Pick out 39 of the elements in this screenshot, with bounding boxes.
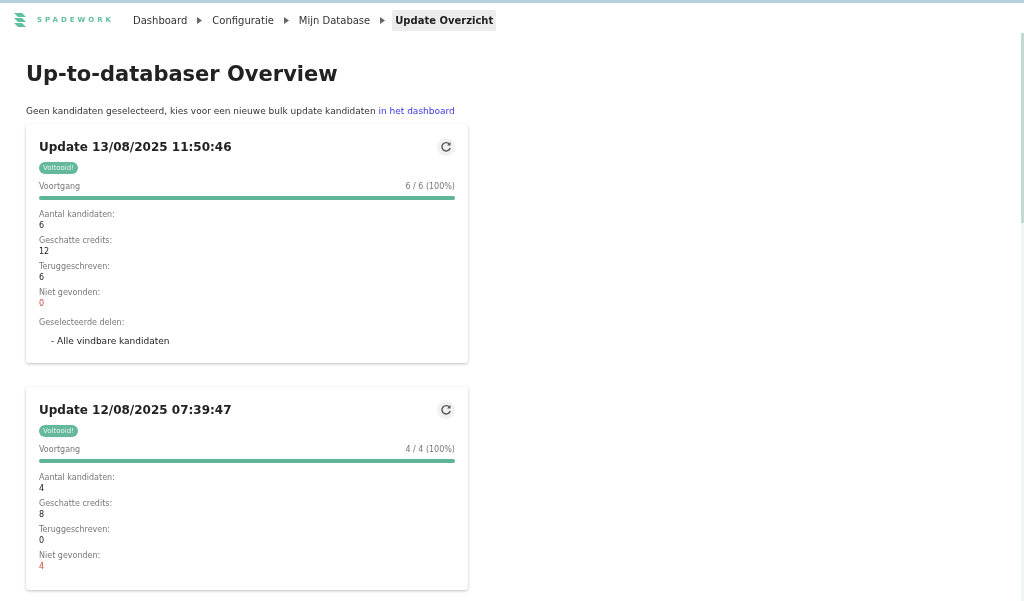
breadcrumb-link[interactable]: Dashboard [130, 9, 191, 31]
field-value: 8 [39, 510, 45, 519]
refresh-icon [440, 141, 452, 153]
field-value: 4 [39, 562, 45, 571]
field-label: Niet gevonden: [39, 551, 101, 560]
progress-label: Voortgang [39, 445, 81, 454]
field-label: Teruggeschreven: [39, 525, 110, 534]
section-item: - Alle vindbare kandidaten [51, 336, 170, 346]
refresh-button[interactable] [437, 401, 455, 419]
field-label: Geschatte credits: [39, 236, 113, 245]
field-value: 4 [39, 484, 45, 493]
progress-label: Voortgang [39, 182, 81, 191]
update-title: Update 13/08/2025 11:50:46 [39, 140, 232, 154]
refresh-icon [440, 404, 452, 416]
field-label: Aantal kandidaten: [39, 210, 115, 219]
notice-text: Geen kandidaten geselecteerd, kies voor een nieuwe bulk update kandidaten in het dashboard [26, 106, 456, 116]
field-value: 12 [39, 247, 50, 256]
scrollbar-thumb[interactable] [1021, 33, 1024, 223]
page-title: Up-to-databaser Overview [26, 62, 339, 86]
breadcrumb-link[interactable]: Mijn Database [295, 9, 374, 31]
chevron-icon [197, 16, 203, 24]
chevron-icon [283, 16, 289, 24]
field-value: 0 [39, 299, 45, 308]
field-value: 0 [39, 536, 45, 545]
refresh-button[interactable] [437, 138, 455, 156]
progress-count: 4 / 4 (100%) [405, 445, 455, 454]
field-label: Geschatte credits: [39, 499, 113, 508]
chevron-icon [380, 16, 386, 24]
field-label: Geselecteerde delen: [39, 318, 125, 327]
breadcrumb-link[interactable]: Update Overzicht [392, 9, 497, 31]
field-value: 6 [39, 273, 45, 282]
field-label: Teruggeschreven: [39, 262, 110, 271]
progress-count: 6 / 6 (100%) [405, 182, 455, 191]
breadcrumb-link[interactable]: Configuratie [209, 9, 277, 31]
field-label: Niet gevonden: [39, 288, 101, 297]
dashboard-link[interactable]: in het dashboard [378, 106, 455, 116]
field-value: 6 [39, 221, 45, 230]
update-title: Update 12/08/2025 07:39:47 [39, 403, 232, 417]
field-label: Aantal kandidaten: [39, 473, 115, 482]
